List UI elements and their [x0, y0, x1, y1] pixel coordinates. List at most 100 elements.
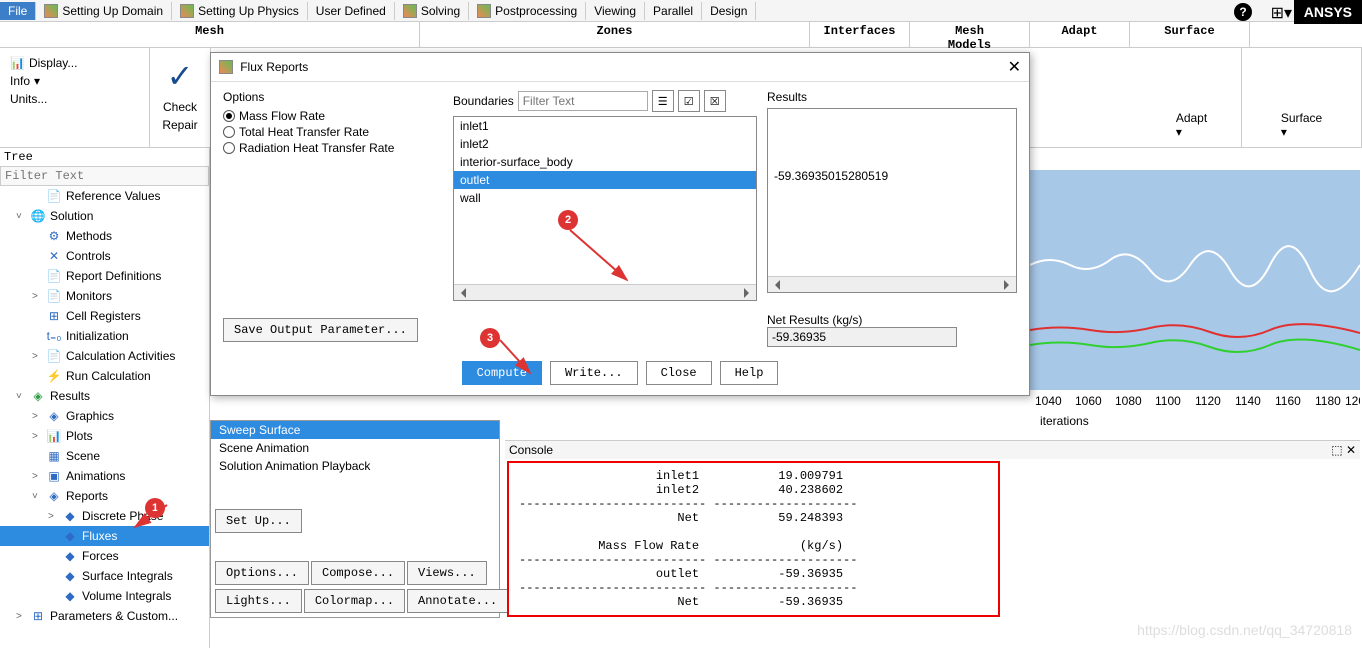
mid-panel: Sweep SurfaceScene AnimationSolution Ani… — [210, 420, 500, 618]
flux-reports-dialog: Flux Reports ✕ Options Mass Flow Rate To… — [210, 52, 1030, 396]
help-icon[interactable]: ? — [1234, 3, 1252, 21]
close-icon[interactable]: ✕ — [1008, 57, 1021, 77]
views-button[interactable]: Views... — [407, 561, 487, 585]
scrollbar[interactable] — [768, 276, 1016, 292]
console-panel: Console ⬚ ✕ inlet1 19.009791 inlet2 40.2… — [505, 440, 1360, 646]
help-button[interactable]: Help — [720, 361, 779, 385]
option-mass-flow-rate[interactable]: Mass Flow Rate — [223, 108, 443, 124]
watermark: https://blog.csdn.net/qq_34720818 — [1137, 622, 1352, 638]
surface-dropdown[interactable]: Surface▾ — [1281, 111, 1322, 139]
ribbon-tab-design[interactable]: Design — [702, 2, 756, 20]
check-icon: ✓ — [160, 56, 200, 96]
svg-text:1160: 1160 — [1275, 394, 1301, 408]
boundary-inlet1[interactable]: inlet1 — [454, 117, 756, 135]
ribbon-tab-solving[interactable]: Solving — [395, 2, 469, 20]
layout-icon[interactable]: ⊞▾ — [1271, 3, 1292, 23]
tree-item-surface-integrals[interactable]: ◆Surface Integrals — [0, 566, 209, 586]
svg-text:1100: 1100 — [1155, 394, 1181, 408]
deselect-all-icon[interactable]: ☒ — [704, 90, 726, 112]
annotate-button[interactable]: Annotate... — [407, 589, 508, 613]
annotation-3: 3 — [480, 328, 500, 348]
boundary-outlet[interactable]: outlet — [454, 171, 756, 189]
tree-item-calculation-activities[interactable]: >📄Calculation Activities — [0, 346, 209, 366]
boundaries-filter[interactable] — [518, 91, 648, 111]
repair-button[interactable]: Repair — [162, 118, 197, 132]
tree-item-discrete-phase[interactable]: >◆Discrete Phase — [0, 506, 209, 526]
ribbon-tabs: File Setting Up Domain Setting Up Physic… — [0, 0, 1362, 22]
option-total-heat-transfer-rate[interactable]: Total Heat Transfer Rate — [223, 124, 443, 140]
section-interfaces: Interfaces — [810, 22, 910, 47]
tree-item-reference-values[interactable]: 📄Reference Values — [0, 186, 209, 206]
boundary-interior-surface_body[interactable]: interior-surface_body — [454, 153, 756, 171]
section-zones: Zones — [420, 22, 810, 47]
ribbon-tab-userdef[interactable]: User Defined — [308, 2, 395, 20]
compute-button[interactable]: Compute — [462, 361, 542, 385]
boundary-inlet2[interactable]: inlet2 — [454, 135, 756, 153]
solving-icon — [403, 4, 417, 18]
display-button[interactable]: 📊 Display... — [10, 56, 139, 70]
tree-item-solution[interactable]: ˅🌐Solution — [0, 206, 209, 226]
mid-item-solution-animation-playback[interactable]: Solution Animation Playback — [211, 457, 499, 475]
tree-item-run-calculation[interactable]: ⚡Run Calculation — [0, 366, 209, 386]
annotation-1: 1 — [145, 498, 165, 518]
tree-item-graphics[interactable]: >◈Graphics — [0, 406, 209, 426]
scrollbar[interactable] — [454, 284, 756, 300]
options-label: Options — [223, 90, 443, 104]
save-output-button[interactable]: Save Output Parameter... — [223, 318, 418, 342]
tree-item-results[interactable]: ˅◈Results — [0, 386, 209, 406]
console-controls[interactable]: ⬚ ✕ — [1331, 443, 1356, 457]
adapt-dropdown[interactable]: Adapt▾ — [1176, 111, 1207, 139]
ribbon-tab-post[interactable]: Postprocessing — [469, 2, 586, 20]
net-results-field — [767, 327, 957, 347]
tree-item-reports[interactable]: ˅◈Reports — [0, 486, 209, 506]
colormap-button[interactable]: Colormap... — [304, 589, 405, 613]
tree-item-parameters-custom-[interactable]: >⊞Parameters & Custom... — [0, 606, 209, 626]
annotation-2: 2 — [558, 210, 578, 230]
write-button[interactable]: Write... — [550, 361, 638, 385]
select-all-icon[interactable]: ☑ — [678, 90, 700, 112]
compose-button[interactable]: Compose... — [311, 561, 405, 585]
close-button[interactable]: Close — [646, 361, 712, 385]
tree-item-controls[interactable]: ✕Controls — [0, 246, 209, 266]
tree-item-volume-integrals[interactable]: ◆Volume Integrals — [0, 586, 209, 606]
svg-text:1080: 1080 — [1115, 394, 1142, 408]
setup-button[interactable]: Set Up... — [215, 509, 302, 533]
tree-item-animations[interactable]: >▣Animations — [0, 466, 209, 486]
tree-item-monitors[interactable]: >📄Monitors — [0, 286, 209, 306]
check-button[interactable]: Check — [163, 100, 197, 114]
ribbon-tab-viewing[interactable]: Viewing — [586, 2, 645, 20]
mid-item-sweep-surface[interactable]: Sweep Surface — [211, 421, 499, 439]
boundaries-list[interactable]: inlet1inlet2interior-surface_bodyoutletw… — [453, 116, 757, 301]
ribbon-tab-domain[interactable]: Setting Up Domain — [36, 2, 172, 20]
tree-item-plots[interactable]: >📊Plots — [0, 426, 209, 446]
units-button[interactable]: Units... — [10, 92, 139, 106]
dialog-title-text: Flux Reports — [240, 60, 308, 74]
section-meshmodels: Mesh Models — [910, 22, 1030, 47]
tree-item-report-definitions[interactable]: 📄Report Definitions — [0, 266, 209, 286]
svg-text:1120: 1120 — [1195, 394, 1221, 408]
info-button[interactable]: Info ▾ — [10, 74, 139, 88]
filter-toggle-icon[interactable]: ☰ — [652, 90, 674, 112]
boundaries-label: Boundaries — [453, 94, 514, 108]
tree-item-methods[interactable]: ⚙Methods — [0, 226, 209, 246]
console-output: inlet1 19.009791 inlet2 40.238602 ------… — [507, 461, 1000, 617]
lights-button[interactable]: Lights... — [215, 589, 302, 613]
ribbon-tab-file[interactable]: File — [0, 2, 36, 20]
section-mesh: Mesh — [0, 22, 420, 47]
boundary-wall[interactable]: wall — [454, 189, 756, 207]
ribbon-tab-physics[interactable]: Setting Up Physics — [172, 2, 308, 20]
tree-item-initialization[interactable]: t₌₀Initialization — [0, 326, 209, 346]
post-icon — [477, 4, 491, 18]
tree-item-scene[interactable]: ▦Scene — [0, 446, 209, 466]
tree-item-fluxes[interactable]: ◆Fluxes — [0, 526, 209, 546]
option-radiation-heat-transfer-rate[interactable]: Radiation Heat Transfer Rate — [223, 140, 443, 156]
options-button[interactable]: Options... — [215, 561, 309, 585]
ribbon-tab-parallel[interactable]: Parallel — [645, 2, 702, 20]
net-results-label: Net Results (kg/s) — [767, 313, 957, 327]
mid-item-scene-animation[interactable]: Scene Animation — [211, 439, 499, 457]
tree-item-cell-registers[interactable]: ⊞Cell Registers — [0, 306, 209, 326]
tree-filter-input[interactable] — [0, 166, 209, 186]
chart-area: 104010601080 110011201140 116011801200 i… — [1030, 170, 1360, 430]
tree-title: Tree — [0, 148, 209, 166]
tree-item-forces[interactable]: ◆Forces — [0, 546, 209, 566]
